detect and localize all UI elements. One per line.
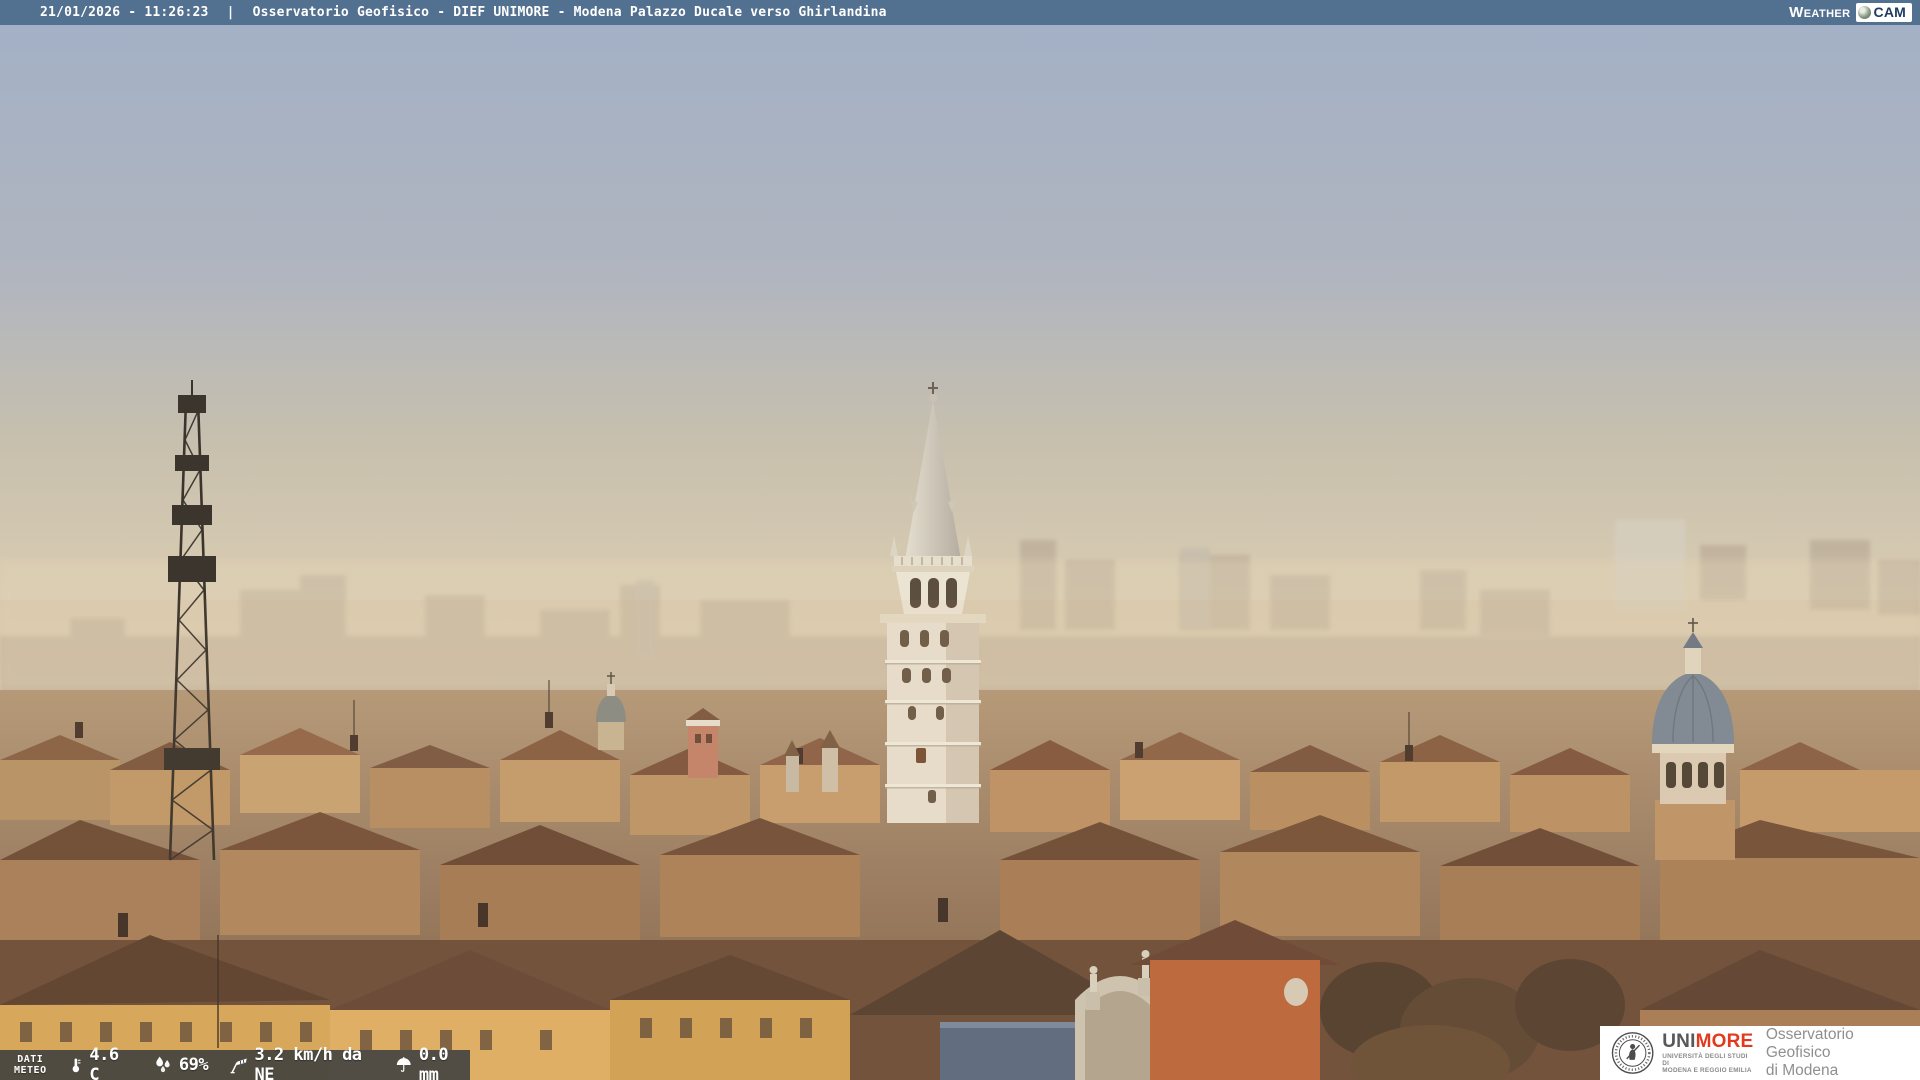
separator: |: [226, 5, 235, 20]
observatory-name-line2: di Modena: [1765, 1062, 1839, 1079]
university-subtitle-line1: UNIVERSITÀ DEGLI STUDI DI: [1662, 1053, 1748, 1067]
university-subtitle-line2: MODENA E REGGIO EMILIA: [1662, 1067, 1752, 1074]
temperature-value: 4.6 C: [89, 1045, 119, 1080]
rain-value: 0.0 mm: [418, 1045, 449, 1080]
rain-item: 0.0 mm: [395, 1045, 470, 1080]
unimore-uni-text: UNI: [1662, 1031, 1696, 1052]
dati-meteo-label: DATI METEO: [14, 1054, 47, 1076]
page-title: Osservatorio Geofisico - DIEF UNIMORE - …: [252, 5, 887, 20]
weathercam-logo[interactable]: Weather CAM: [1789, 3, 1912, 22]
timestamp: 21/01/2026 - 11:26:23: [40, 5, 209, 20]
top-status-bar: 21/01/2026 - 11:26:23 | Osservatorio Geo…: [0, 0, 1920, 25]
weathercam-cam-label: CAM: [1873, 4, 1906, 20]
wind-icon: [230, 1058, 247, 1074]
wind-item: 3.2 km/h da NE: [229, 1045, 374, 1080]
wind-value: 3.2 km/h da NE: [254, 1045, 362, 1080]
webcam-frame: 21/01/2026 - 11:26:23 | Osservatorio Geo…: [0, 0, 1920, 1080]
thermometer-icon: [72, 1058, 81, 1073]
weather-data-bar: DATI METEO 4.6 C 69% 3.2 km/h da NE 0.0 …: [0, 1045, 470, 1080]
weathercam-cam-box: CAM: [1855, 3, 1912, 22]
humidity-icon: [156, 1056, 170, 1073]
camera-lens-icon: [1857, 5, 1871, 19]
rain-umbrella-icon: [397, 1056, 412, 1072]
humidity-item: 69%: [153, 1055, 209, 1075]
city-photo: [0, 0, 1920, 1080]
observatory-name-line1: Osservatorio Geofisico: [1765, 1026, 1854, 1061]
humidity-value: 69%: [178, 1055, 209, 1075]
unimore-brand-box[interactable]: UNIMORE UNIVERSITÀ DEGLI STUDI DI MODENA…: [1600, 1026, 1920, 1080]
unimore-wordmark: UNIMORE UNIVERSITÀ DEGLI STUDI DI MODENA…: [1662, 1032, 1755, 1074]
temperature-item: 4.6 C: [68, 1045, 132, 1080]
observatory-name: Osservatorio Geofisico di Modena: [1766, 1026, 1920, 1080]
unimore-more-text: MORE: [1695, 1031, 1754, 1052]
weathercam-weather-label: Weather: [1789, 4, 1851, 21]
unimore-seal-icon: [1611, 1032, 1654, 1074]
